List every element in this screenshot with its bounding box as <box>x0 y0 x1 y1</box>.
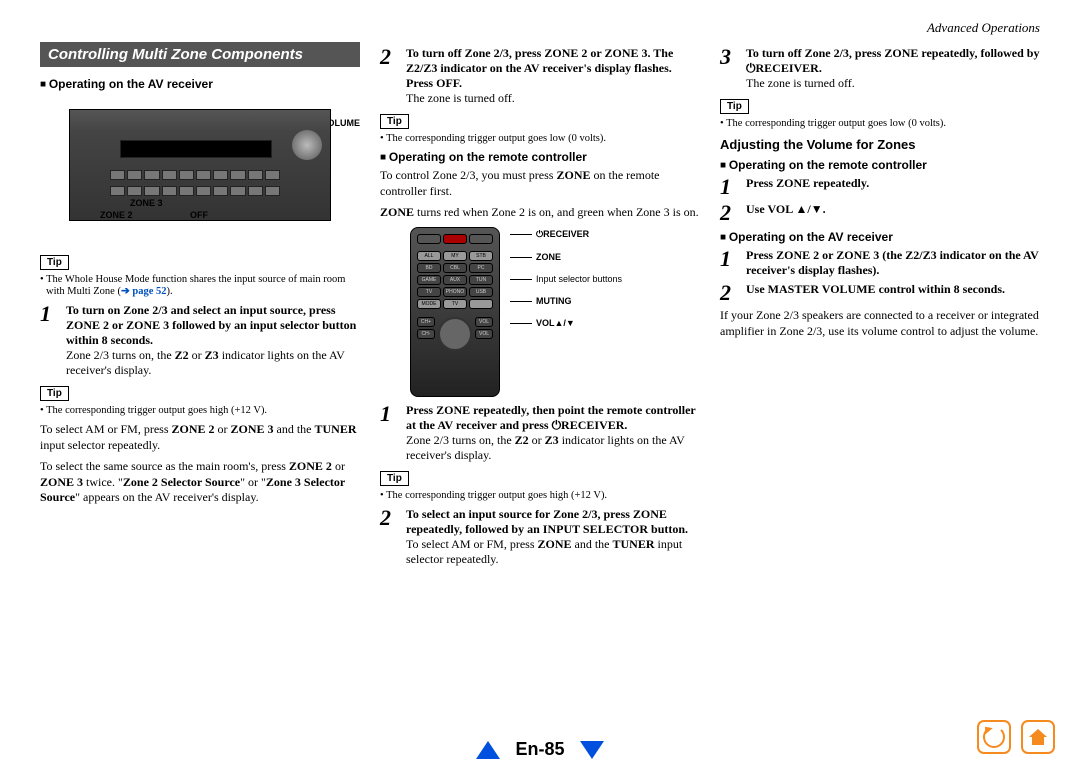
column-2: 2 To turn off Zone 2/3, press ZONE 2 or … <box>380 42 700 571</box>
section-banner: Controlling Multi Zone Components <box>40 42 360 67</box>
page-number: En-85 <box>515 739 564 759</box>
subhead-remote: Operating on the remote controller <box>380 150 700 164</box>
callout-input-selector: Input selector buttons <box>510 274 622 284</box>
s4-text: Use MASTER VOLUME control within 8 secon… <box>746 282 1005 296</box>
prev-page-icon[interactable] <box>476 741 500 759</box>
s2-text: Use VOL ▲/▼. <box>746 202 826 216</box>
step3-lead: To turn off Zone 2/3, press ZONE repeate… <box>746 46 1039 75</box>
s1-text: Press ZONE repeatedly. <box>746 176 869 190</box>
step1-body: Zone 2/3 turns on, the Z2 or Z3 indicato… <box>66 348 345 377</box>
step-number: 2 <box>380 46 398 106</box>
heading-adjust-volume: Adjusting the Volume for Zones <box>720 137 1040 152</box>
tip-label: Tip <box>380 471 409 486</box>
tip-text-end: ). <box>167 286 173 297</box>
rstep2-body: To select AM or FM, press ZONE and the T… <box>406 537 682 566</box>
vol-step-4: 2 Use MASTER VOLUME control within 8 sec… <box>720 282 1040 304</box>
para-select-amfm: To select AM or FM, press ZONE 2 or ZONE… <box>40 422 360 453</box>
callout-zone2: ZONE 2 <box>100 211 133 221</box>
step-number: 2 <box>720 282 738 304</box>
step-number: 1 <box>720 176 738 198</box>
step-2: 2 To turn off Zone 2/3, press ZONE 2 or … <box>380 46 700 106</box>
remote-callouts: ⏻RECEIVER ZONE Input selector buttons MU… <box>510 227 622 328</box>
callout-zone-btn: ZONE <box>510 252 622 262</box>
tip-trigger-high: The corresponding trigger output goes hi… <box>380 490 700 501</box>
step2-lead: To turn off Zone 2/3, press ZONE 2 or ZO… <box>406 46 673 90</box>
step-number: 1 <box>720 248 738 278</box>
step-number: 2 <box>380 507 398 567</box>
vol-step-3: 1 Press ZONE 2 or ZONE 3 (the Z2/Z3 indi… <box>720 248 1040 278</box>
step-number: 3 <box>720 46 738 91</box>
vol-step-1: 1 Press ZONE repeatedly. <box>720 176 1040 198</box>
tip-label: Tip <box>40 255 69 270</box>
step-1: 1 To turn on Zone 2/3 and select an inpu… <box>40 303 360 378</box>
callout-muting: MUTING <box>510 296 622 306</box>
remote-diagram: ALLMYSTB BDCBLPC GAMEAUXTUN TVPHONOUSB M… <box>410 227 700 397</box>
back-arrow-icon <box>983 726 1005 748</box>
tip-label: Tip <box>380 114 409 129</box>
para-same-source: To select the same source as the main ro… <box>40 459 360 506</box>
next-page-icon[interactable] <box>580 741 604 759</box>
column-3: 3 To turn off Zone 2/3, press ZONE repea… <box>720 42 1040 571</box>
tip-wholehouse: The Whole House Mode function shares the… <box>40 274 360 297</box>
callout-zone3: ZONE 3 <box>130 199 163 209</box>
closing-para: If your Zone 2/3 speakers are connected … <box>720 308 1040 339</box>
tip-trigger-low: The corresponding trigger output goes lo… <box>380 133 700 144</box>
header-section: Advanced Operations <box>40 20 1040 36</box>
remote-step-3: 3 To turn off Zone 2/3, press ZONE repea… <box>720 46 1040 91</box>
rstep1-lead: Press ZONE repeatedly, then point the re… <box>406 403 696 432</box>
tip-trigger-high: The corresponding trigger output goes hi… <box>40 405 360 416</box>
rstep1-body: Zone 2/3 turns on, the Z2 or Z3 indicato… <box>406 433 685 462</box>
subhead-av-receiver: Operating on the AV receiver <box>720 230 1040 244</box>
callout-vol: VOL▲/▼ <box>510 318 622 328</box>
page-link-52[interactable]: ➔ page 52 <box>121 286 167 297</box>
tip-label: Tip <box>40 386 69 401</box>
remote-step-1: 1 Press ZONE repeatedly, then point the … <box>380 403 700 463</box>
step1-lead: To turn on Zone 2/3 and select an input … <box>66 303 356 347</box>
nav-icon-group <box>977 720 1055 754</box>
receiver-illustration <box>69 109 331 221</box>
remote-step-2: 2 To select an input source for Zone 2/3… <box>380 507 700 567</box>
rstep2-lead: To select an input source for Zone 2/3, … <box>406 507 688 536</box>
vol-step-2: 2 Use VOL ▲/▼. <box>720 202 1040 224</box>
step-number: 1 <box>40 303 58 378</box>
step3-body: The zone is turned off. <box>746 76 855 90</box>
back-button[interactable] <box>977 720 1011 754</box>
step-number: 2 <box>720 202 738 224</box>
page-footer: En-85 <box>0 738 1080 760</box>
subhead-remote: Operating on the remote controller <box>720 158 1040 172</box>
home-icon <box>1029 729 1047 745</box>
receiver-diagram: Input selector buttons MASTER VOLUME ZON… <box>40 109 360 221</box>
callout-receiver-btn: ⏻RECEIVER <box>510 229 622 240</box>
s3-text: Press ZONE 2 or ZONE 3 (the Z2/Z3 indica… <box>746 248 1039 277</box>
tip-text: The Whole House Mode function shares the… <box>46 274 345 297</box>
callout-off: OFF <box>190 211 208 221</box>
step-number: 1 <box>380 403 398 463</box>
remote-intro1: To control Zone 2/3, you must press ZONE… <box>380 168 700 199</box>
tip-trigger-low: The corresponding trigger output goes lo… <box>720 118 1040 129</box>
column-1: Controlling Multi Zone Components Operat… <box>40 42 360 571</box>
remote-intro2: ZONE turns red when Zone 2 is on, and gr… <box>380 205 700 221</box>
tip-label: Tip <box>720 99 749 114</box>
step2-body: The zone is turned off. <box>406 91 515 105</box>
subhead-av-receiver: Operating on the AV receiver <box>40 77 360 91</box>
remote-illustration: ALLMYSTB BDCBLPC GAMEAUXTUN TVPHONOUSB M… <box>410 227 500 397</box>
home-button[interactable] <box>1021 720 1055 754</box>
